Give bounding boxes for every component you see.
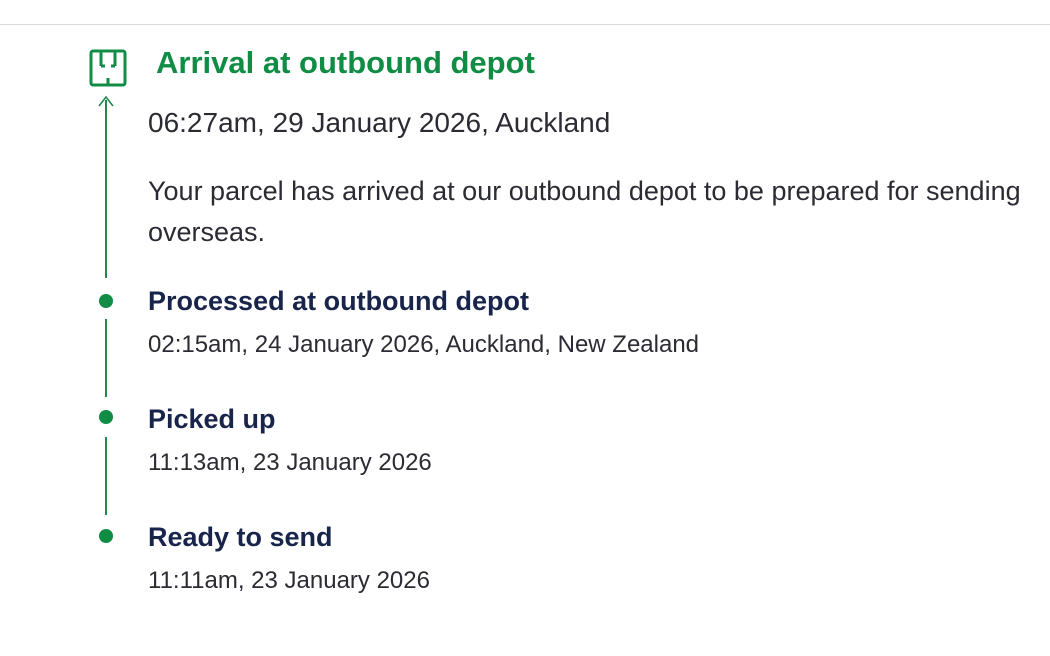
event-title: Processed at outbound depot xyxy=(148,286,530,316)
timeline-connector xyxy=(105,100,107,278)
event-time: 02:15am, 24 January 2026, Auckland, New … xyxy=(148,331,700,358)
event-title: Picked up xyxy=(148,404,276,434)
event-title: Ready to send xyxy=(148,522,333,552)
event-time: 11:11am, 23 January 2026 xyxy=(148,567,430,594)
arrow-up-icon xyxy=(98,95,114,107)
timeline-dot xyxy=(99,529,113,543)
depot-box-icon xyxy=(89,49,127,87)
latest-event-description: Your parcel has arrived at our outbound … xyxy=(148,176,1021,247)
timeline-dot xyxy=(99,294,113,308)
event-time: 11:13am, 23 January 2026 xyxy=(148,449,432,476)
timeline-dot xyxy=(99,410,113,424)
timeline-connector xyxy=(105,319,107,397)
timeline-connector xyxy=(105,437,107,515)
top-divider xyxy=(0,24,1050,25)
latest-event-title: Arrival at outbound depot xyxy=(156,45,535,80)
latest-event-time: 06:27am, 29 January 2026, Auckland xyxy=(148,107,611,138)
